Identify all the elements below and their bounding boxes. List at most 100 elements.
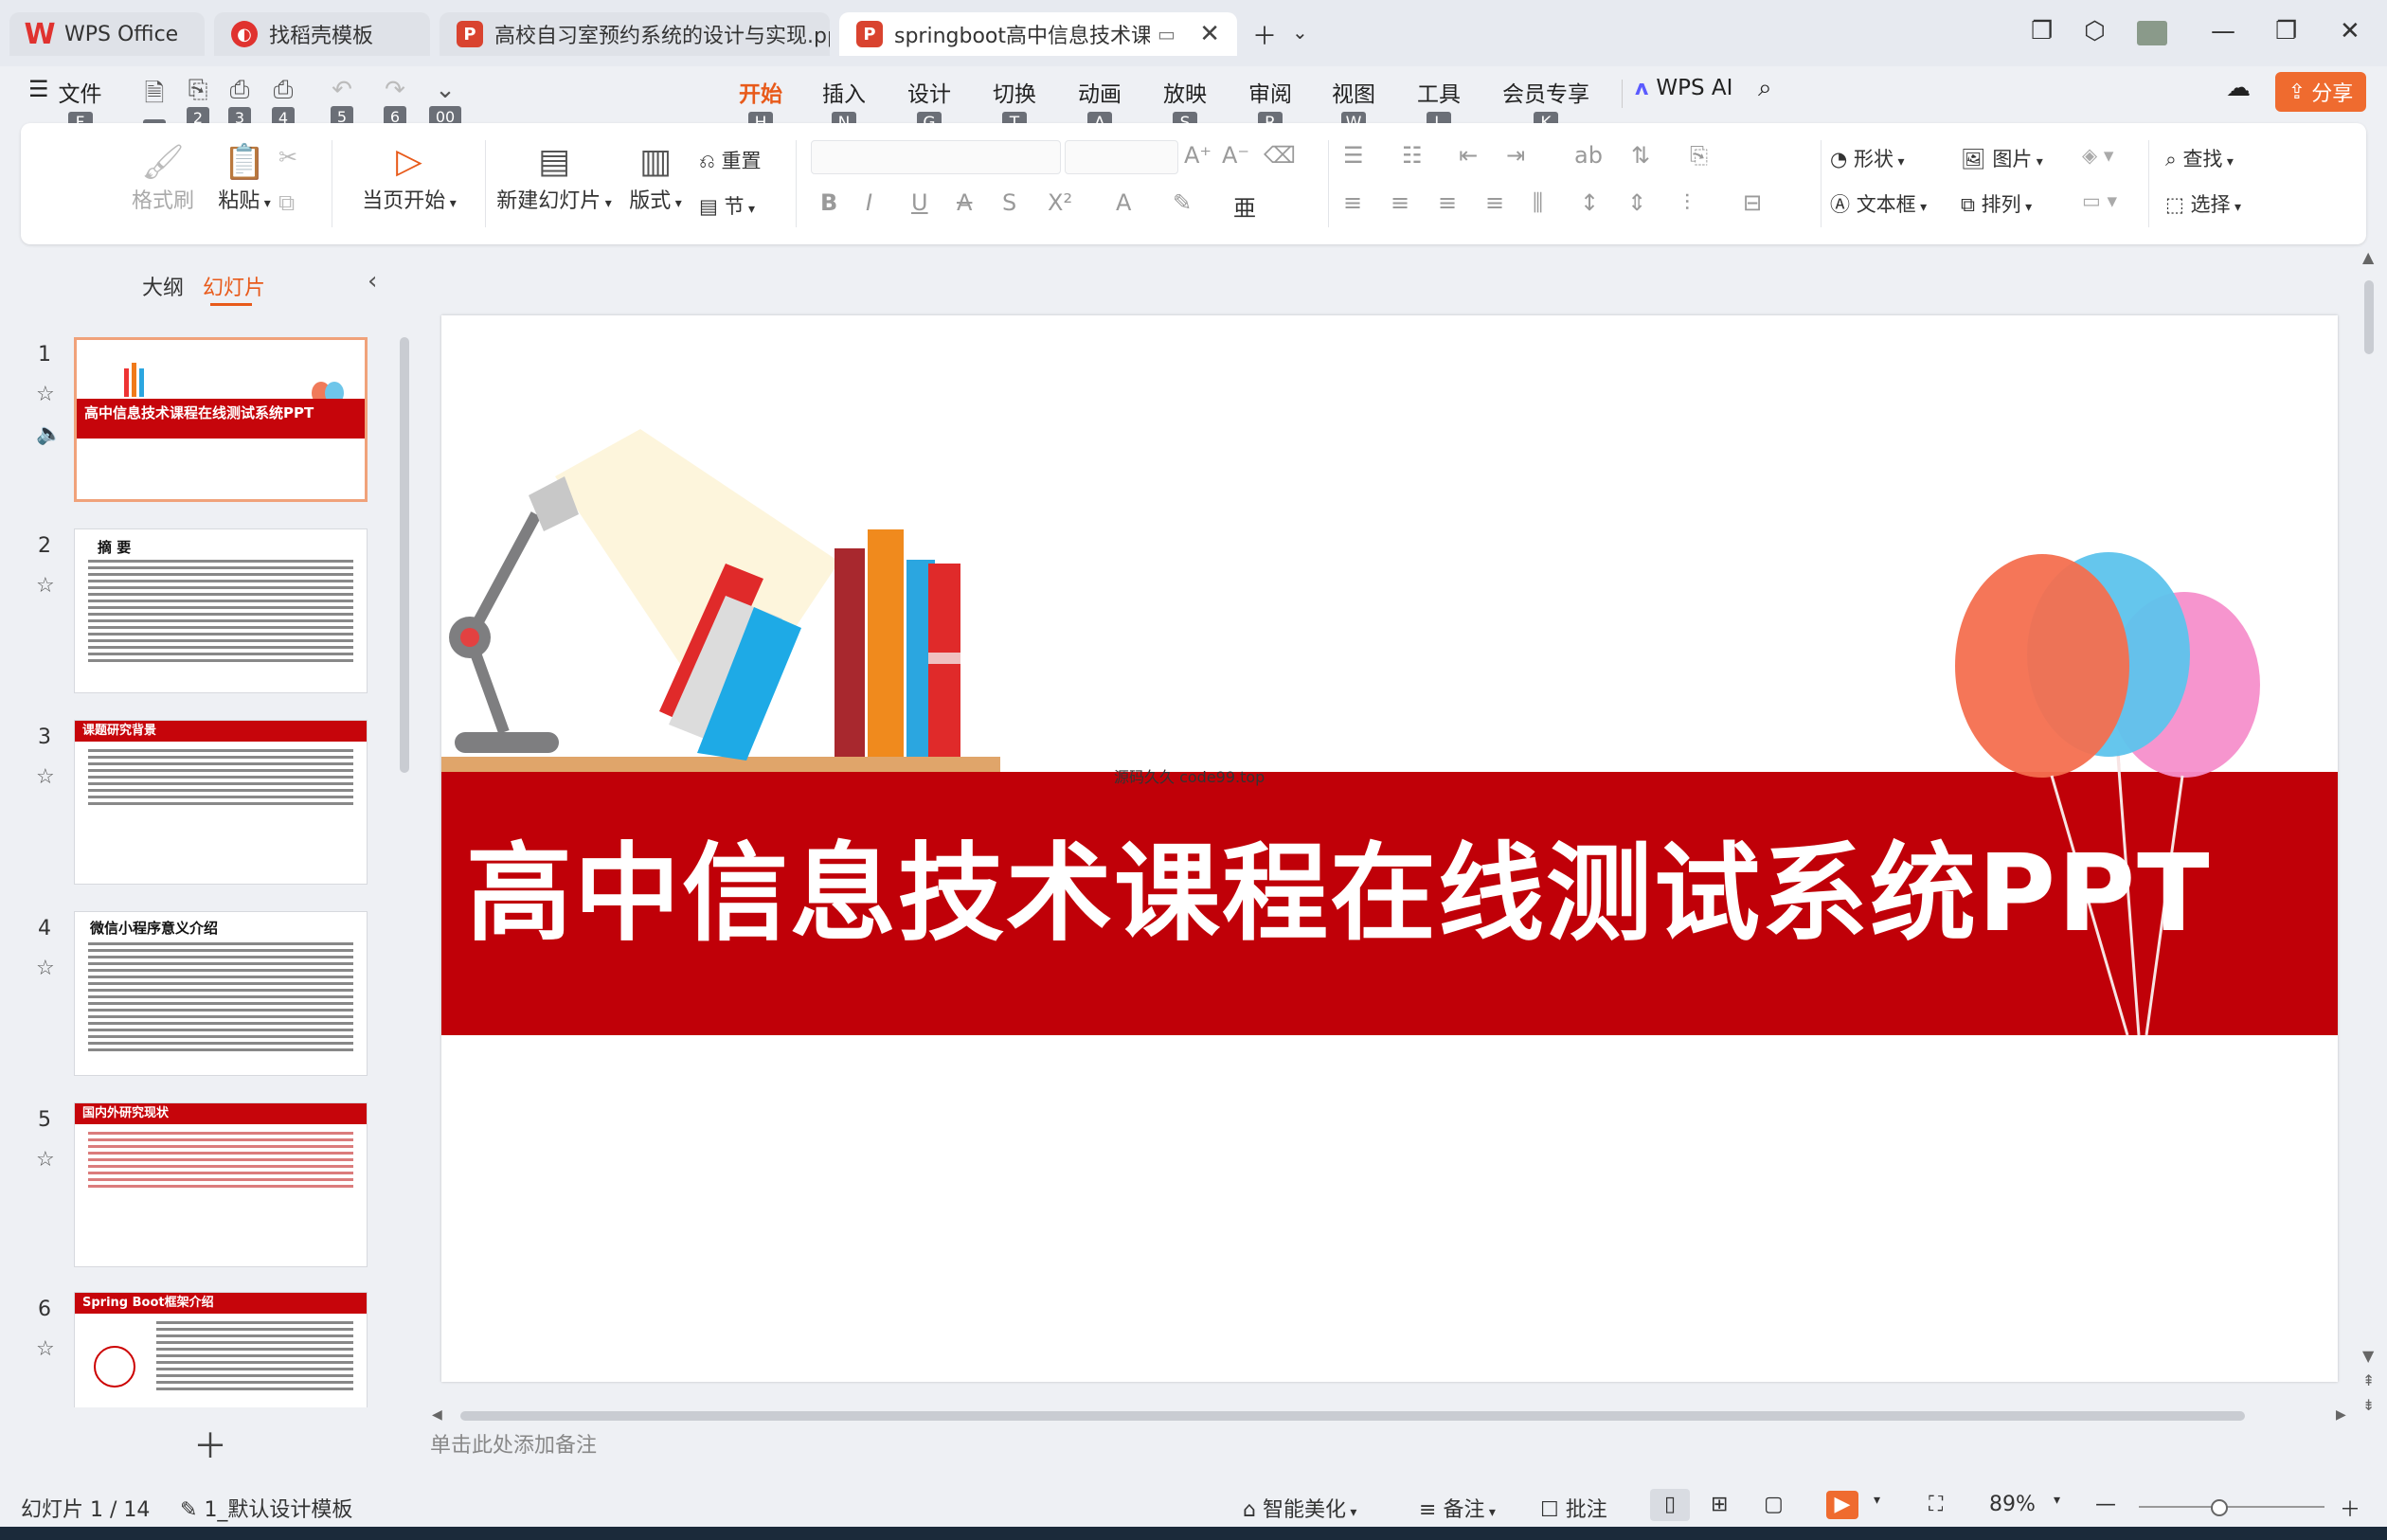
star-icon[interactable]: ☆ [36, 1337, 55, 1361]
next-slide-icon[interactable]: ⇟ [2362, 1396, 2375, 1414]
scroll-left-icon[interactable]: ◀ [432, 1407, 442, 1423]
shape-button[interactable]: ◔ 形状 ▾ [1830, 144, 1904, 172]
star-icon[interactable]: ☆ [36, 1148, 55, 1172]
slide-thumbnail-2[interactable]: 摘 要 [74, 528, 368, 693]
slide-thumbnail-4[interactable]: 微信小程序意义介绍 [74, 911, 368, 1076]
slide-thumbnail-3[interactable]: 课题研究背景 [74, 720, 368, 885]
bullet-list-icon[interactable]: ☰ [1343, 142, 1364, 169]
sort-icon[interactable]: ⇅ [1631, 142, 1650, 169]
zoom-slider[interactable] [2139, 1506, 2324, 1508]
arrange-button[interactable]: ⧉ 排列 ▾ [1961, 189, 2032, 218]
phonetic-icon[interactable]: 亜 [1233, 189, 1256, 223]
star-icon[interactable]: ☆ [36, 957, 55, 980]
format-painter-button[interactable]: 🖌 格式刷 [125, 142, 201, 214]
tab-doc-study-room[interactable]: P 高校自习室预约系统的设计与实现.ppt [440, 12, 830, 56]
text-direction-icon[interactable]: ab [1574, 142, 1603, 169]
scroll-up-icon[interactable]: ▲ [2362, 248, 2374, 266]
clear-format-icon[interactable]: ⌫ [1264, 142, 1296, 169]
print-icon[interactable]: ⎙ 3 [224, 76, 256, 130]
scroll-right-icon[interactable]: ▶ [2336, 1407, 2346, 1423]
zoom-level[interactable]: 89% [1989, 1493, 2036, 1516]
add-slide-icon[interactable]: ＋ [193, 1419, 227, 1468]
line-spacing-icon[interactable]: ↕ [1580, 189, 1599, 216]
font-family-select[interactable] [811, 140, 1061, 174]
section-button[interactable]: ▤ 节 ▾ [699, 191, 755, 220]
tab-daoke-templates[interactable]: ◐ 找稻壳模板 [214, 12, 430, 56]
template-button[interactable]: ✎ 1_默认设计模板 [180, 1493, 352, 1523]
fill-button[interactable]: ◈ ▾ [2082, 144, 2113, 167]
italic-icon[interactable]: I [866, 189, 872, 216]
tab-wps-office[interactable]: W WPS Office [9, 12, 205, 56]
fit-window-icon[interactable]: ⛶ [1929, 1493, 1943, 1516]
slide-title[interactable]: 高中信息技术课程在线测试系统PPT [466, 808, 2212, 961]
select-button[interactable]: ⬚ 选择 ▾ [2165, 189, 2241, 218]
distribute-icon[interactable]: ⫼ [1533, 189, 1543, 216]
align-center-icon[interactable]: ≡ [1391, 189, 1409, 216]
shadow-text-icon[interactable]: S [1002, 189, 1016, 216]
window-tile-icon[interactable]: ❐ [2031, 17, 2053, 45]
minimize-icon[interactable]: — [2211, 17, 2235, 45]
slideshow-options-chevron-icon[interactable]: ▾ [1874, 1493, 1880, 1508]
picture-button[interactable]: 🖼 图片 ▾ [1961, 144, 2043, 172]
close-window-icon[interactable]: ✕ [2340, 17, 2360, 45]
cube-icon[interactable]: ⬡ [2084, 17, 2106, 45]
more-chevron-icon[interactable]: ⌄ 00 [426, 76, 464, 129]
zoom-out-icon[interactable]: — [2095, 1493, 2116, 1516]
cut-icon[interactable]: ✂ [278, 144, 297, 170]
star-icon[interactable]: ☆ [36, 765, 55, 789]
justify-icon[interactable]: ≡ [1485, 189, 1504, 216]
layout-button[interactable]: ▥ 版式 ▾ [618, 142, 693, 214]
convert-icon[interactable]: ⎘ [1690, 142, 1708, 169]
bold-icon[interactable]: B [820, 189, 837, 216]
restore-icon[interactable]: ❐ [2275, 17, 2297, 45]
textbox-button[interactable]: Ⓐ 文本框 ▾ [1830, 189, 1927, 218]
new-slide-button[interactable]: ▤ 新建幻灯片 ▾ [487, 142, 621, 214]
slide-thumbnail-1[interactable]: 高中信息技术课程在线测试系统PPT [74, 337, 368, 502]
paste-button[interactable]: 📋 粘贴 ▾ [206, 142, 282, 214]
slide-canvas[interactable]: 源码久久 code99.top 高中信息技术课程在线测试系统PPT [441, 315, 2338, 1382]
close-tab-icon[interactable]: ✕ [1199, 20, 1220, 48]
prev-slide-icon[interactable]: ⇞ [2362, 1371, 2375, 1389]
tab-outline[interactable]: 大纲 [142, 271, 184, 301]
collapse-panel-icon[interactable]: ‹ [368, 267, 377, 295]
slide-thumbnail-6[interactable]: Spring Boot框架介绍 [74, 1292, 368, 1407]
increase-indent-icon[interactable]: ⇥ [1506, 142, 1525, 169]
wps-ai-button[interactable]: ʌ WPS AI [1635, 76, 1732, 100]
slide-sorter-icon[interactable]: ⊞ [1711, 1493, 1728, 1516]
comment-button[interactable]: ☐ 批注 [1540, 1493, 1607, 1523]
strikethrough-icon[interactable]: A [957, 189, 972, 216]
zoom-in-icon[interactable]: ＋ [2340, 1493, 2360, 1523]
avatar[interactable] [2137, 21, 2167, 45]
columns-icon[interactable]: ⊟ [1743, 189, 1762, 216]
print-preview-icon[interactable]: ⎙ 4 [267, 76, 299, 130]
zoom-slider-thumb[interactable] [2211, 1499, 2228, 1516]
increase-font-icon[interactable]: A⁺ [1184, 142, 1211, 169]
decrease-indent-icon[interactable]: ⇤ [1459, 142, 1478, 169]
reading-view-icon[interactable]: ▢ [1764, 1493, 1784, 1516]
share-button[interactable]: ⇪ 分享 [2275, 72, 2366, 112]
start-from-current-button[interactable]: ▷ 当页开始 ▾ [343, 142, 476, 214]
redo-icon[interactable]: ↷ 6 [379, 76, 411, 129]
thumbnail-scrollbar[interactable] [400, 337, 409, 773]
superscript-icon[interactable]: X² [1048, 189, 1072, 216]
zoom-chevron-icon[interactable]: ▾ [2054, 1493, 2060, 1508]
align-right-icon[interactable]: ≡ [1438, 189, 1457, 216]
normal-view-icon[interactable]: ▯ [1650, 1489, 1690, 1521]
font-color-icon[interactable]: A [1116, 189, 1131, 216]
reset-button[interactable]: ⎌ 重置 [699, 146, 761, 174]
decrease-font-icon[interactable]: A⁻ [1222, 142, 1249, 169]
speaker-icon[interactable]: 🔈 [36, 422, 62, 446]
undo-icon[interactable]: ↶ 5 [326, 76, 358, 129]
canvas-scrollbar-thumb[interactable] [2364, 280, 2374, 354]
find-button[interactable]: ⌕ 查找 ▾ [2165, 144, 2234, 172]
paragraph-spacing-icon[interactable]: ⇕ [1627, 189, 1646, 216]
tab-doc-current[interactable]: P springboot高中信息技术课程 ▭ ✕ [839, 12, 1237, 56]
undo-history-icon[interactable]: ⎘ 2 [182, 76, 214, 130]
highlight-icon[interactable]: ✎ [1173, 189, 1192, 216]
align-left-icon[interactable]: ≡ [1343, 189, 1362, 216]
new-tab-icon[interactable]: ＋ [1252, 17, 1277, 52]
play-slideshow-icon[interactable]: ▶ [1826, 1491, 1858, 1519]
star-icon[interactable]: ☆ [36, 383, 55, 406]
scroll-down-icon[interactable]: ▼ [2362, 1347, 2374, 1365]
notes-button[interactable]: ≡ 备注 ▾ [1419, 1493, 1496, 1523]
